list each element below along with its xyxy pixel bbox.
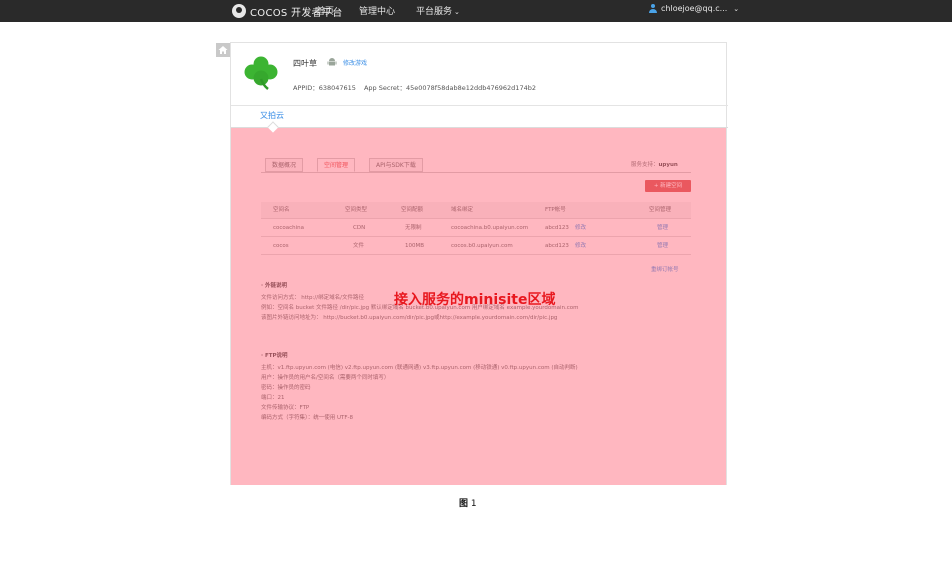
minisite-region: 数据概况 空间管理 API与SDK下载 服务支持：upyun + 新建空间 空间…	[231, 128, 726, 485]
game-card: 四叶草 修改游戏 APPID：638047615 App Secret：45e0…	[230, 42, 728, 485]
user-email: chloejoe@qq.c...	[661, 4, 728, 13]
nav-platform-services-label: 平台服务	[416, 7, 453, 17]
app-credentials: APPID：638047615 App Secret：45e0078f58dab…	[293, 82, 536, 92]
edit-game-link[interactable]: 修改游戏	[343, 58, 367, 67]
appid-text: APPID：638047615	[293, 84, 356, 92]
figure-number: 1	[470, 499, 477, 509]
page-root: COCOS 开发者平台 首页 管理中心 平台服务 ⌄ chloejoe@qq.c.…	[0, 0, 952, 564]
top-navigation-bar: COCOS 开发者平台 首页 管理中心 平台服务 ⌄ chloejoe@qq.c.…	[0, 0, 952, 22]
figure-caption: 图 1	[459, 496, 477, 509]
cocos-logo-icon	[232, 4, 246, 18]
nav-home[interactable]: 首页	[316, 4, 334, 17]
home-button[interactable]	[216, 43, 230, 57]
user-icon	[649, 4, 657, 13]
figure-prefix: 图	[459, 499, 469, 509]
header-divider	[231, 105, 728, 106]
app-secret-text: App Secret：45e0078f58dab8e12ddb476962d17…	[363, 84, 536, 92]
nav-platform-services[interactable]: 平台服务 ⌄	[416, 4, 460, 17]
user-menu[interactable]: chloejoe@qq.c... ⌄	[649, 4, 739, 13]
home-icon	[218, 46, 228, 54]
game-header: 四叶草 修改游戏 APPID：638047615 App Secret：45e0…	[231, 43, 728, 105]
chevron-down-icon: ⌄	[733, 4, 740, 13]
chevron-down-icon: ⌄	[454, 8, 460, 16]
clover-game-icon	[244, 56, 278, 90]
nav-management-center[interactable]: 管理中心	[359, 4, 395, 17]
android-icon	[327, 58, 337, 66]
game-name: 四叶草	[293, 59, 317, 68]
tab-upyun[interactable]: 又拍云	[260, 110, 284, 121]
minisite-region-label: 接入服务的minisite区域	[394, 292, 556, 308]
